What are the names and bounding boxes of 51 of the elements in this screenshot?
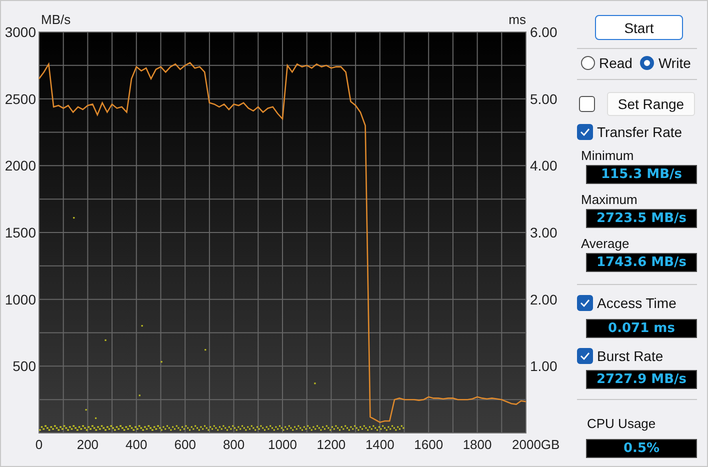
- check-icon: [580, 128, 590, 136]
- range-checkbox[interactable]: [579, 96, 595, 112]
- radio-label[interactable]: Read: [599, 55, 632, 71]
- start-button[interactable]: Start: [595, 15, 683, 40]
- checkbox[interactable]: [577, 348, 593, 364]
- stat-label: Average: [581, 236, 630, 251]
- axis-label: 2.00: [530, 291, 558, 308]
- check-icon: [580, 352, 590, 360]
- check-icon: [580, 299, 590, 307]
- axis-label: 3000: [4, 24, 36, 40]
- axis-unit: MB/s: [41, 12, 71, 27]
- radio-button[interactable]: [581, 56, 595, 70]
- checkbox-label[interactable]: Transfer Rate: [597, 124, 682, 140]
- axis-label: 500: [12, 358, 36, 374]
- axis-label: 6.00: [530, 24, 558, 40]
- axis-label: 2000: [4, 158, 36, 174]
- checkbox[interactable]: [577, 295, 593, 311]
- stat-display: 2723.5 MB/s: [586, 209, 697, 228]
- axis-label: 4.00: [530, 158, 558, 174]
- axis-label: 1500: [4, 224, 36, 240]
- stat-display: 0.5%: [586, 439, 697, 458]
- stat-display: 1743.6 MB/s: [586, 253, 697, 272]
- axis-label: 1.00: [530, 358, 558, 374]
- axis-label: 200: [76, 437, 99, 452]
- axis-label: 1000: [4, 291, 36, 308]
- axis-label: 1400: [365, 437, 394, 452]
- axis-label: 5.00: [530, 90, 558, 107]
- axis-label: 2000GB: [512, 437, 560, 452]
- checkbox-label[interactable]: Access Time: [597, 295, 676, 311]
- checkbox-label[interactable]: Burst Rate: [597, 348, 664, 364]
- axis-unit: ms: [508, 12, 526, 27]
- radio-label[interactable]: Write: [658, 55, 691, 71]
- stat-display: 2727.9 MB/s: [586, 370, 697, 389]
- stat-display: 0.071 ms: [586, 319, 697, 338]
- stat-label: Maximum: [581, 192, 638, 207]
- radio-button[interactable]: [640, 56, 654, 70]
- axis-label: 1200: [316, 437, 346, 452]
- axis-label: 3.00: [530, 224, 558, 240]
- axis-label: 400: [126, 437, 148, 452]
- axis-label: 1800: [462, 437, 492, 452]
- stat-display: 115.3 MB/s: [586, 165, 697, 184]
- axis-label: 600: [174, 437, 196, 452]
- axis-label: 0: [35, 437, 43, 452]
- stat-label: CPU Usage: [587, 416, 657, 431]
- axis-label: 800: [222, 437, 245, 452]
- set-range-button[interactable]: Set Range: [607, 92, 695, 116]
- axis-label: 1600: [414, 437, 444, 452]
- stat-label: Minimum: [581, 148, 635, 163]
- axis-label: 1000: [268, 437, 297, 452]
- checkbox[interactable]: [577, 124, 593, 140]
- axis-label: 2500: [4, 90, 36, 107]
